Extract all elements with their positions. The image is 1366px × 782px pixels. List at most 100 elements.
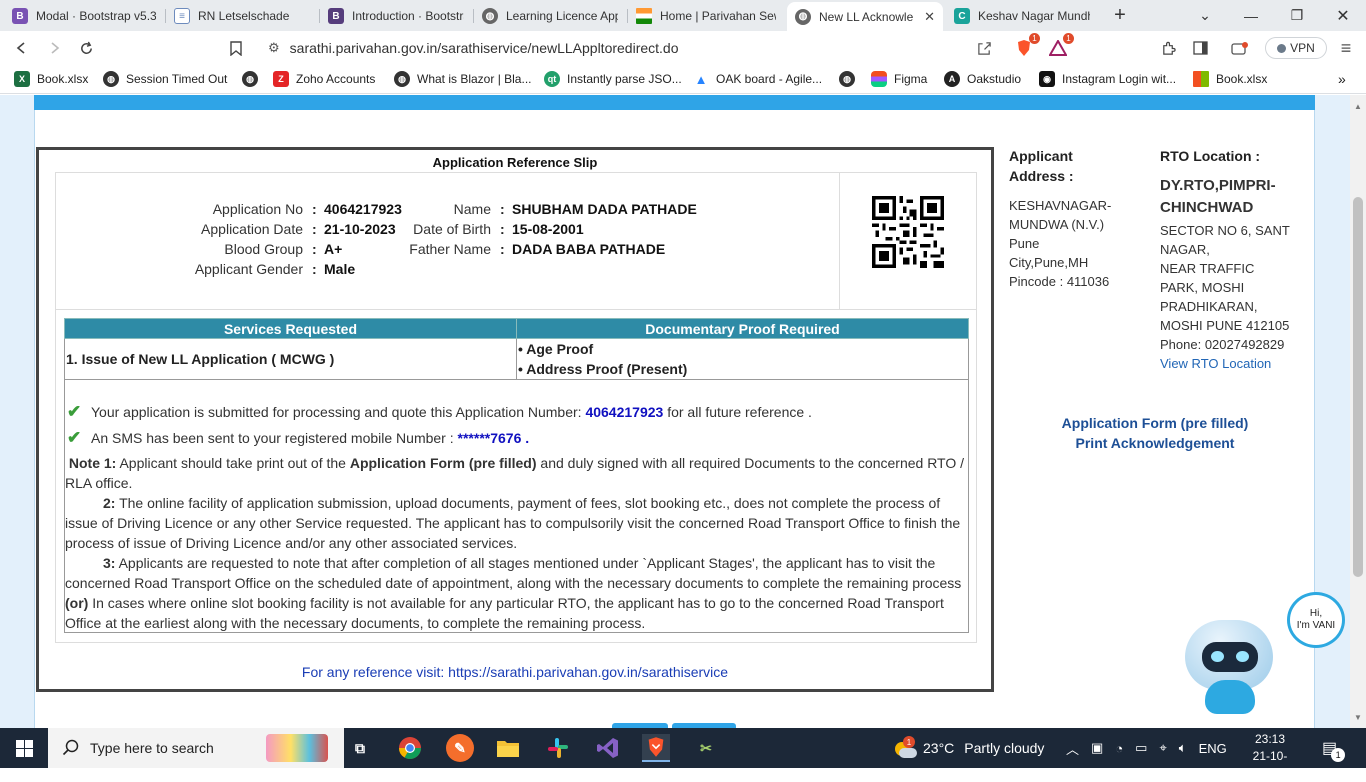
scroll-down-icon[interactable]: ▼ <box>1354 713 1362 722</box>
application-no-value: 4064217923 <box>324 201 402 217</box>
chrome-icon[interactable] <box>396 734 424 762</box>
scroll-thumb[interactable] <box>1353 197 1363 577</box>
oakstudio-icon: A <box>944 71 960 87</box>
vani-greeting-bubble[interactable]: Hi, I'm VANI <box>1287 592 1345 648</box>
new-tab-button[interactable]: + <box>1100 0 1140 31</box>
tab-strip: B Modal · Bootstrap v5.3 ≡ RN Letselscha… <box>0 0 1366 31</box>
tab-bootstrap-modal[interactable]: B Modal · Bootstrap v5.3 <box>4 3 164 29</box>
clock[interactable]: 23:13 21-10-2023 <box>1240 731 1300 782</box>
brave-rewards-icon[interactable]: 1 <box>1046 33 1074 60</box>
language-indicator[interactable]: ENG <box>1199 741 1227 756</box>
more-bookmarks-icon[interactable]: » <box>1338 71 1346 87</box>
device-icon[interactable]: ▣ <box>1091 740 1103 756</box>
document-icon: ≡ <box>174 8 190 24</box>
application-date-label: Application Date <box>201 221 303 237</box>
close-tab-icon[interactable]: ✕ <box>924 9 935 25</box>
bookmark-session-timed-out[interactable]: ◍ Session Timed Out <box>103 71 227 87</box>
bookmark-oak-board[interactable]: ▲ OAK board - Agile... <box>693 71 822 87</box>
rto-location-heading: RTO Location : <box>1160 148 1261 164</box>
globe-icon: ◍ <box>394 71 410 87</box>
slack-icon[interactable] <box>544 734 572 762</box>
bookmark-globe-2[interactable]: ◍ <box>839 71 862 87</box>
task-view-icon[interactable]: ⧉ <box>346 734 374 762</box>
applicant-gender-value: Male <box>324 261 356 277</box>
maximize-button[interactable]: ❐ <box>1274 0 1320 31</box>
location-icon[interactable]: ⌖ <box>1159 740 1166 756</box>
forward-button[interactable] <box>42 36 66 60</box>
file-explorer-icon[interactable] <box>494 734 522 762</box>
checkmark-icon: ✔ <box>67 402 82 421</box>
show-hidden-icons-icon[interactable]: ︿ <box>1066 739 1079 758</box>
tab-rn-letselschade[interactable]: ≡ RN Letselschade <box>166 3 318 29</box>
tab-new-ll-acknowledgement[interactable]: ◍ New LL Acknowle ✕ <box>787 2 943 31</box>
note-3: 3: Applicants are requested to note that… <box>65 555 962 631</box>
view-rto-location-link[interactable]: View RTO Location <box>1160 354 1290 373</box>
volume-icon[interactable]: 🔈︎ <box>1179 740 1187 756</box>
bootstrap-icon: B <box>328 8 344 24</box>
scroll-up-icon[interactable]: ▲ <box>1354 102 1362 111</box>
windows-taskbar: Type here to search ⧉ ✎ ✂ 1 23°C Partly … <box>0 728 1366 780</box>
visual-studio-icon[interactable] <box>594 734 622 762</box>
bookmark-oakstudio[interactable]: A Oakstudio <box>944 71 1021 87</box>
excel-icon: X <box>14 71 30 87</box>
tab-bootstrap-intro[interactable]: B Introduction · Bootstra <box>320 3 472 29</box>
tab-keshav-nagar[interactable]: C Keshav Nagar Mundhe <box>946 3 1098 29</box>
extensions-icon[interactable] <box>1156 36 1180 60</box>
menu-icon[interactable]: ≡ <box>1334 36 1358 60</box>
application-form-link[interactable]: Application Form (pre filled) <box>1040 415 1270 431</box>
dob-label: Date of Birth <box>413 221 491 237</box>
submission-message: ✔ Your application is submitted for proce… <box>67 402 812 421</box>
sidebar-icon[interactable] <box>1188 36 1212 60</box>
close-window-button[interactable]: ✕ <box>1320 0 1366 31</box>
father-name-value: DADA BABA PATHADE <box>512 241 666 257</box>
vani-chatbot[interactable]: Hi, I'm VANI <box>1180 590 1345 720</box>
bookmark-zoho-accounts[interactable]: Z Zoho Accounts <box>273 71 375 87</box>
c-app-icon: C <box>954 8 970 24</box>
vpn-button[interactable]: VPN <box>1265 37 1327 59</box>
father-name-label: Father Name <box>409 241 491 257</box>
bookmark-json-parser[interactable]: qt Instantly parse JSO... <box>544 71 682 87</box>
tab-search-icon[interactable]: ⌄ <box>1182 0 1228 31</box>
bookmark-blazor[interactable]: ◍ What is Blazor | Bla... <box>394 71 532 87</box>
snipping-tool-icon[interactable]: ✂ <box>692 734 720 762</box>
brave-taskbar-icon[interactable] <box>642 734 670 762</box>
globe-icon: ◍ <box>242 71 258 87</box>
bookmark-book-xlsx-2[interactable]: Book.xlsx <box>1193 71 1267 87</box>
postman-icon[interactable]: ✎ <box>446 734 474 762</box>
notification-center[interactable]: ▤ 1 <box>1322 728 1346 768</box>
taskbar-search[interactable]: Type here to search <box>48 728 344 768</box>
brave-shields-icon[interactable]: 1 <box>1012 33 1040 60</box>
application-number-highlight: 4064217923 <box>585 404 664 420</box>
windows-logo-icon <box>15 739 33 757</box>
minimize-button[interactable]: — <box>1228 0 1274 31</box>
bookmark-globe[interactable]: ◍ <box>242 71 265 87</box>
site-settings-icon[interactable]: ⚙ <box>268 40 280 56</box>
page-viewport: Application Reference Slip Application N… <box>0 95 1350 728</box>
url-text[interactable]: sarathi.parivahan.gov.in/sarathiservice/… <box>290 40 679 56</box>
bookmark-book-xlsx[interactable]: X Book.xlsx <box>14 71 88 87</box>
address-bar[interactable]: ⚙ sarathi.parivahan.gov.in/sarathiservic… <box>258 34 998 62</box>
tab-parivahan-home[interactable]: Home | Parivahan Sew <box>628 3 784 29</box>
tab-learning-licence[interactable]: ◍ Learning Licence Appl <box>474 3 626 29</box>
application-reference-slip: Application Reference Slip Application N… <box>36 147 994 692</box>
applicant-address: KESHAVNAGAR- MUNDWA (N.V.) Pune City,Pun… <box>1009 198 1112 289</box>
reload-button[interactable] <box>74 36 98 60</box>
reference-link[interactable]: For any reference visit: https://sarathi… <box>39 664 991 680</box>
vertical-scrollbar[interactable]: ▲ ▼ <box>1350 95 1366 728</box>
vpn-status-icon <box>1277 43 1287 53</box>
bookmark-figma[interactable]: Figma <box>871 71 927 87</box>
print-acknowledgement-link[interactable]: Print Acknowledgement <box>1040 435 1270 451</box>
note-2: 2: The online facility of application su… <box>65 495 961 551</box>
back-button[interactable] <box>10 36 34 60</box>
bookmark-instagram-login[interactable]: ◉ Instagram Login wit... <box>1039 71 1176 87</box>
search-highlight-icon <box>266 734 328 762</box>
network-icon[interactable]: ◔ <box>1115 741 1123 756</box>
weather-icon: 1 <box>893 736 917 758</box>
wallet-icon[interactable] <box>1228 36 1252 60</box>
share-icon[interactable] <box>972 36 996 60</box>
bookmark-icon[interactable] <box>224 36 248 60</box>
start-button[interactable] <box>0 728 48 768</box>
date: 21-10-2023 <box>1252 749 1288 780</box>
battery-icon[interactable]: ▭ <box>1135 740 1147 756</box>
weather-widget[interactable]: 1 23°C Partly cloudy <box>893 728 1044 768</box>
